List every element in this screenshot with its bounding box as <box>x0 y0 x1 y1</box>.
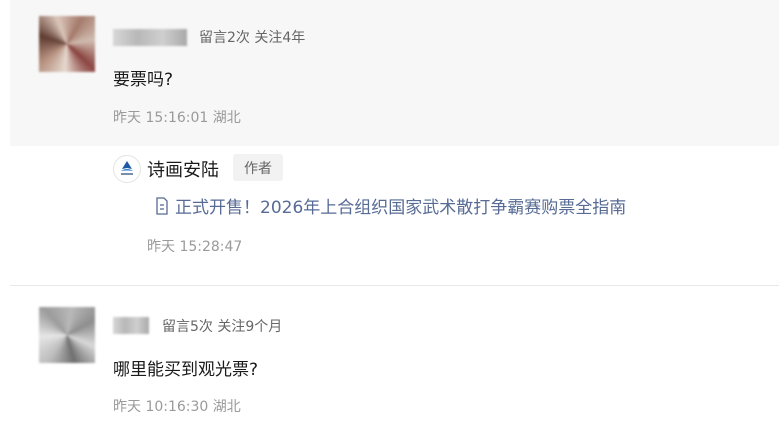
comment-content: 要票吗? <box>113 70 174 90</box>
site-logo-icon[interactable] <box>113 155 141 183</box>
blurred-username[interactable] <box>113 29 187 46</box>
comment-time: 昨天 10:16:30 湖北 <box>113 399 241 415</box>
blurred-username[interactable] <box>113 317 149 334</box>
avatar[interactable] <box>39 307 95 363</box>
author-badge: 作者 <box>233 154 283 181</box>
comment-content: 哪里能买到观光票? <box>113 360 259 380</box>
comment-meta: 留言5次 关注9个月 <box>162 319 283 335</box>
document-icon <box>156 196 168 215</box>
site-logo-icon-svg <box>121 161 133 175</box>
comment-time: 昨天 15:16:01 湖北 <box>113 110 241 126</box>
avatar[interactable] <box>39 16 95 72</box>
article-link[interactable]: 正式开售！2026年上合组织国家武术散打争霸赛购票全指南 <box>155 193 626 218</box>
reply-author[interactable]: 诗画安陆 <box>147 156 219 182</box>
article-link-text[interactable]: 正式开售！2026年上合组织国家武术散打争霸赛购票全指南 <box>175 193 626 218</box>
reply-time: 昨天 15:28:47 <box>147 239 243 255</box>
comment-meta: 留言2次 关注4年 <box>199 30 306 46</box>
divider <box>10 285 779 286</box>
